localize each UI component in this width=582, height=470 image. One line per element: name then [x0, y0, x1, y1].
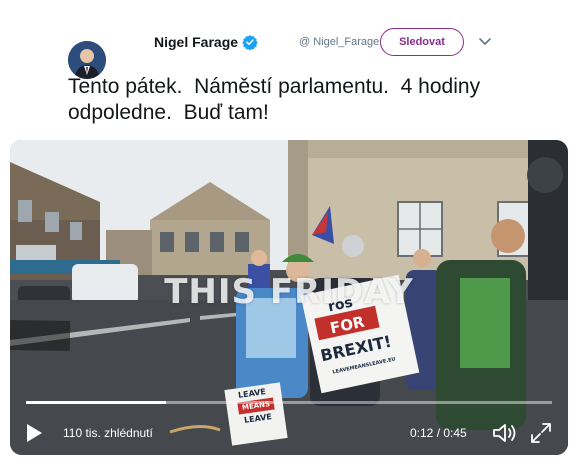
chevron-down-icon[interactable]	[478, 34, 492, 48]
video-player[interactable]: THIS FRIDAY ros FOR BREXIT! LEAVEMEANSLE…	[10, 140, 568, 455]
progress-fill	[26, 401, 167, 404]
volume-icon[interactable]	[492, 422, 518, 444]
fullscreen-icon[interactable]	[530, 422, 552, 444]
tweet-text: Tento pátek. Náměstí parlamentu. 4 hodin…	[68, 75, 486, 124]
verified-badge-icon	[242, 35, 258, 50]
author-name[interactable]: Nigel Farage	[154, 34, 238, 50]
author-row: Nigel Farage	[154, 32, 258, 52]
video-controls: 110 tis. zhlédnutí 0:12 / 0:45	[10, 410, 568, 455]
play-icon[interactable]	[24, 422, 44, 444]
progress-bar[interactable]	[26, 401, 552, 404]
view-count: 110 tis. zhlédnutí	[63, 426, 153, 440]
video-time: 0:12 / 0:45	[410, 426, 467, 440]
follow-button[interactable]: Sledovat	[380, 28, 464, 56]
author-handle[interactable]: @ Nigel_Farage	[299, 36, 379, 48]
video-overlay-caption: THIS FRIDAY	[164, 272, 414, 312]
